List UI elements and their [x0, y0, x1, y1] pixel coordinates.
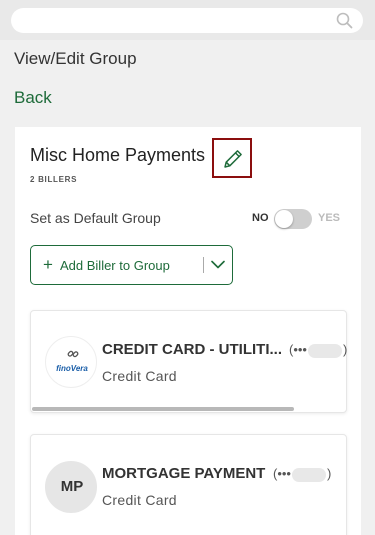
top-bar	[0, 0, 375, 40]
search-icon[interactable]	[336, 12, 353, 29]
link-icon	[67, 350, 79, 358]
biller-card[interactable]: MP MORTGAGE PAYMENT (•••) Credit Card	[30, 434, 347, 535]
toggle-off-label: NO	[252, 212, 269, 224]
biller-name: CREDIT CARD - UTILITI...	[102, 341, 282, 358]
plus-icon: +	[43, 255, 53, 274]
masked-account-number: (•••)	[289, 342, 348, 358]
biller-type: Credit Card	[102, 492, 177, 508]
add-biller-dropdown[interactable]	[204, 246, 232, 284]
biller-initials: MP	[60, 478, 84, 495]
edit-group-name-button[interactable]	[212, 138, 252, 178]
group-name: Misc Home Payments	[30, 145, 206, 165]
chevron-down-icon	[211, 260, 225, 269]
add-biller-control: + Add Biller to Group	[30, 245, 233, 285]
toggle-on-label: YES	[318, 212, 341, 224]
biller-logo: finoVera	[45, 336, 97, 388]
add-biller-label: Add Biller to Group	[60, 258, 170, 273]
biller-type: Credit Card	[102, 368, 177, 384]
add-biller-button[interactable]: + Add Biller to Group	[31, 246, 203, 284]
back-link[interactable]: Back	[14, 88, 52, 108]
group-panel: Misc Home Payments 2 BILLERS Set as Defa…	[15, 127, 361, 535]
search-input[interactable]	[11, 8, 363, 33]
biller-card[interactable]: finoVera CREDIT CARD - UTILITI... (•••) …	[30, 310, 347, 413]
horizontal-scrollbar[interactable]	[32, 407, 294, 411]
toggle-knob	[275, 210, 293, 228]
pencil-icon	[224, 150, 242, 168]
masked-account-number: (•••)	[273, 466, 332, 482]
page-title: View/Edit Group	[14, 49, 137, 68]
biller-avatar: MP	[45, 461, 97, 513]
default-group-toggle[interactable]	[274, 209, 312, 229]
default-group-label: Set as Default Group	[30, 210, 161, 226]
biller-logo-text: finoVera	[56, 364, 88, 373]
biller-name: MORTGAGE PAYMENT	[102, 465, 266, 482]
billers-count: 2 BILLERS	[30, 175, 78, 184]
